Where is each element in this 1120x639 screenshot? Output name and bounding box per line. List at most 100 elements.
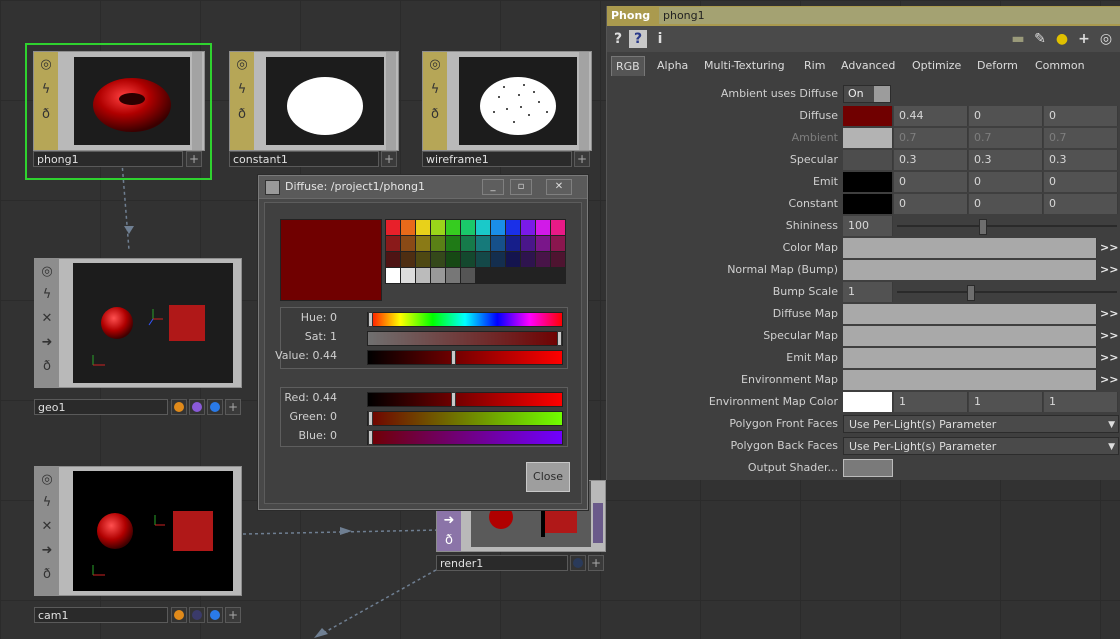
palette-swatch[interactable] [401, 252, 415, 267]
constant-color-swatch[interactable] [843, 194, 893, 214]
palette-swatch[interactable] [536, 236, 550, 251]
palette-swatch[interactable] [416, 236, 430, 251]
red-slider[interactable] [367, 392, 563, 407]
palette-swatch[interactable] [536, 252, 550, 267]
shininess-slider-knob[interactable] [979, 219, 987, 235]
viewer-toggle-icon[interactable]: ◎ [39, 264, 55, 280]
blue-slider-knob[interactable] [368, 430, 373, 445]
node-name[interactable]: render1 [436, 555, 568, 571]
polygon-back-faces-dropdown[interactable]: Use Per-Light(s) Parameter ▼ [843, 437, 1119, 455]
tab-multi-texturing[interactable]: Multi-Texturing [700, 56, 789, 75]
diffuse-map-field[interactable] [843, 304, 1097, 324]
tab-advanced[interactable]: Advanced [837, 56, 899, 75]
palette-swatch[interactable] [446, 252, 460, 267]
op-name-field[interactable]: phong1 [659, 7, 1120, 24]
palette-swatch[interactable] [506, 220, 520, 235]
env-map-color-swatch[interactable] [843, 392, 893, 412]
node-cam1[interactable]: ◎ ϟ ✕ ➜ ð cam1 + [34, 456, 244, 626]
close-icon[interactable]: ✕ [546, 179, 572, 195]
close-button[interactable]: Close [526, 462, 570, 492]
node-geo1[interactable]: ◎ ϟ ✕ ➜ ð geo1 + [34, 248, 244, 418]
cook-icon[interactable]: ϟ [39, 495, 55, 511]
palette-swatch[interactable] [446, 236, 460, 251]
palette-swatch[interactable] [506, 236, 520, 251]
emit-r-field[interactable]: 0 [894, 172, 968, 192]
cook-icon[interactable]: ϟ [234, 82, 250, 98]
help-icon[interactable]: ? [609, 30, 627, 48]
value-slider[interactable] [367, 350, 563, 365]
emit-map-field[interactable] [843, 348, 1097, 368]
bump-scale-slider-knob[interactable] [967, 285, 975, 301]
hue-slider-knob[interactable] [368, 312, 373, 327]
node-plus-icon[interactable]: + [225, 399, 241, 415]
node-name[interactable]: constant1 [229, 151, 379, 167]
palette-swatch[interactable] [431, 268, 445, 283]
env-map-color-g-field[interactable]: 1 [969, 392, 1043, 412]
palette-swatch[interactable] [521, 252, 535, 267]
palette-swatch[interactable] [506, 252, 520, 267]
palette-swatch[interactable] [386, 268, 400, 283]
emit-g-field[interactable]: 0 [969, 172, 1043, 192]
node-plus-icon[interactable]: + [574, 151, 590, 167]
shininess-field[interactable]: 100 [843, 216, 893, 236]
comment-icon[interactable]: ▬ [1009, 30, 1027, 48]
tab-optimize[interactable]: Optimize [908, 56, 965, 75]
emit-color-swatch[interactable] [843, 172, 893, 192]
color-palette[interactable] [385, 219, 566, 284]
green-slider[interactable] [367, 411, 563, 426]
diffuse-b-field[interactable]: 0 [1044, 106, 1118, 126]
tab-rgb[interactable]: RGB [611, 56, 645, 76]
palette-swatch[interactable] [476, 252, 490, 267]
flag-box[interactable] [570, 555, 586, 571]
shininess-slider[interactable] [897, 225, 1117, 227]
palette-swatch[interactable] [491, 236, 505, 251]
palette-swatch[interactable] [386, 220, 400, 235]
palette-swatch[interactable] [386, 236, 400, 251]
lock-icon[interactable]: ð [39, 567, 55, 583]
output-shader-button[interactable] [843, 459, 893, 477]
bypass-icon[interactable]: ✕ [39, 519, 55, 535]
node-name[interactable]: phong1 [33, 151, 183, 167]
maximize-icon[interactable]: ▫ [510, 179, 532, 195]
palette-swatch[interactable] [416, 220, 430, 235]
node-plus-icon[interactable]: + [381, 151, 397, 167]
node-name[interactable]: cam1 [34, 607, 168, 623]
palette-swatch[interactable] [491, 252, 505, 267]
cook-icon[interactable]: ϟ [39, 287, 55, 303]
ambient-uses-diffuse-toggle[interactable]: On [843, 85, 891, 103]
palette-swatch[interactable] [461, 268, 475, 283]
ambient-g-field[interactable]: 0.7 [969, 128, 1043, 148]
display-icon[interactable]: ➜ [39, 543, 55, 559]
blue-slider[interactable] [367, 430, 563, 445]
lock-icon[interactable]: ð [39, 359, 55, 375]
env-map-color-r-field[interactable]: 1 [894, 392, 968, 412]
tab-deform[interactable]: Deform [973, 56, 1022, 75]
palette-swatch[interactable] [431, 252, 445, 267]
node-plus-icon[interactable]: + [225, 607, 241, 623]
palette-swatch[interactable] [401, 220, 415, 235]
palette-swatch[interactable] [461, 220, 475, 235]
emit-b-field[interactable]: 0 [1044, 172, 1118, 192]
flag-box[interactable] [171, 399, 187, 415]
normal-map-field[interactable] [843, 260, 1097, 280]
sat-slider[interactable] [367, 331, 563, 346]
node-name[interactable]: wireframe1 [422, 151, 572, 167]
diffuse-map-expand-icon[interactable]: >> [1100, 307, 1118, 320]
flag-box[interactable] [207, 399, 223, 415]
palette-swatch[interactable] [401, 268, 415, 283]
node-name[interactable]: geo1 [34, 399, 168, 415]
palette-swatch[interactable] [521, 220, 535, 235]
specular-map-field[interactable] [843, 326, 1097, 346]
environment-map-expand-icon[interactable]: >> [1100, 373, 1118, 386]
palette-swatch[interactable] [446, 220, 460, 235]
polygon-front-faces-dropdown[interactable]: Use Per-Light(s) Parameter ▼ [843, 415, 1119, 433]
tab-alpha[interactable]: Alpha [653, 56, 692, 75]
color-map-expand-icon[interactable]: >> [1100, 241, 1118, 254]
value-slider-knob[interactable] [451, 350, 456, 365]
ambient-b-field[interactable]: 0.7 [1044, 128, 1118, 148]
target-icon[interactable]: ◎ [1097, 30, 1115, 48]
diffuse-g-field[interactable]: 0 [969, 106, 1043, 126]
flag-box[interactable] [189, 607, 205, 623]
flag-box[interactable] [207, 607, 223, 623]
info-icon[interactable]: i [651, 30, 669, 48]
